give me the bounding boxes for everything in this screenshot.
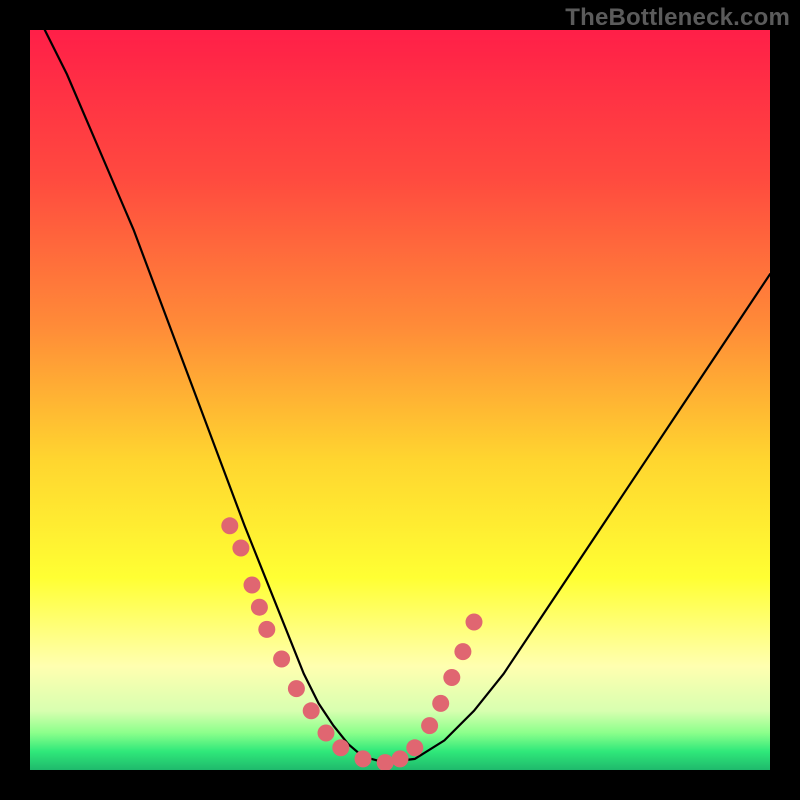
- bottleneck-curve: [45, 30, 770, 763]
- sample-point: [421, 717, 438, 734]
- sample-point: [258, 621, 275, 638]
- sample-point: [318, 725, 335, 742]
- sample-point: [406, 739, 423, 756]
- sample-point: [377, 754, 394, 770]
- chart-root: TheBottleneck.com: [0, 0, 800, 800]
- watermark-text: TheBottleneck.com: [565, 4, 790, 32]
- sample-point: [432, 695, 449, 712]
- sample-point: [355, 750, 372, 767]
- sample-point: [466, 614, 483, 631]
- chart-svg: [30, 30, 770, 770]
- sample-point: [443, 669, 460, 686]
- sample-point: [232, 540, 249, 557]
- sample-point: [392, 750, 409, 767]
- sample-point: [454, 643, 471, 660]
- sample-point: [251, 599, 268, 616]
- sample-point: [273, 651, 290, 668]
- sample-point: [221, 517, 238, 534]
- sample-point: [332, 739, 349, 756]
- sample-markers: [221, 517, 482, 770]
- plot-area: [30, 30, 770, 770]
- sample-point: [288, 680, 305, 697]
- sample-point: [303, 702, 320, 719]
- sample-point: [244, 577, 261, 594]
